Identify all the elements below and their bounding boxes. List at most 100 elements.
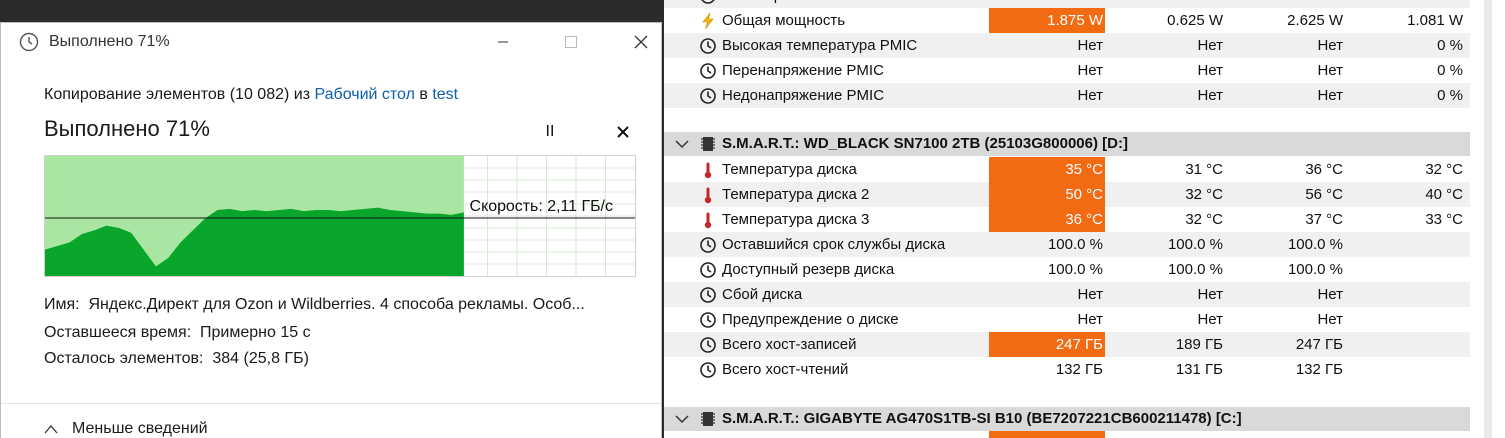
source-folder-link[interactable]: Рабочий стол — [314, 86, 414, 103]
minimize-button[interactable] — [488, 28, 518, 56]
min-value: Нет — [1197, 37, 1223, 54]
divider — [1, 403, 661, 404]
drive-chip-icon — [701, 137, 715, 151]
thermometer-icon — [704, 212, 712, 229]
current-value: 132 ГБ — [1055, 361, 1103, 378]
clock-icon — [700, 262, 716, 278]
sensor-row[interactable]: Оставшийся срок службы диска 100.0 % 100.0… — [664, 232, 1470, 257]
max-value: 36 °C — [1305, 161, 1343, 178]
maximize-button[interactable] — [556, 28, 586, 56]
min-value: Нет — [1197, 62, 1223, 79]
thermometer-icon — [704, 162, 712, 179]
min-value: Нет — [1197, 286, 1223, 303]
copy-description-mid: в — [414, 86, 433, 103]
sensor-label: Оставшийся срок службы диска — [722, 236, 946, 253]
sensor-row[interactable]: Предупреждение о диске Нет Нет Нет — [664, 307, 1470, 332]
sensor-row[interactable]: Общая мощность 1.875 W 0.625 W 2.625 W 1.081… — [664, 8, 1470, 33]
time-value: Примерно 15 с — [200, 324, 311, 341]
min-value: 0.625 W — [1167, 12, 1223, 29]
max-value: 132 ГБ — [1295, 361, 1343, 378]
maximize-icon — [565, 36, 577, 48]
copy-description-prefix: Копирование элементов (10 082) из — [44, 86, 315, 103]
sensor-row[interactable]: Температура диска 35 °C 31 °C 36 °C 32 °C — [664, 157, 1470, 182]
chevron-down-icon[interactable] — [674, 411, 690, 427]
less-details-button[interactable]: Меньше сведений — [44, 420, 208, 438]
sensor-label: Всего хост-записей — [722, 336, 857, 353]
current-value: 100.0 % — [1047, 236, 1103, 253]
sensor-label: Температура диска 2 — [722, 186, 870, 203]
speed-label: Скорость: 2,11 ГБ/с — [470, 198, 613, 215]
sensor-row[interactable]: Высокая температура PMIC Нет Нет Нет 0 % — [664, 33, 1470, 58]
time-row: Оставшееся время: Примерно 15 с — [44, 324, 311, 342]
current-value: Нет — [1077, 37, 1103, 54]
dialog-titlebar: Выполнено 71% — [1, 23, 661, 63]
sensor-row[interactable]: Доступный резерв диска 100.0 % 100.0 % 100.… — [664, 257, 1470, 282]
sensor-row[interactable]: Всего хост-записей 247 ГБ 189 ГБ 247 ГБ — [664, 332, 1470, 357]
max-value: Нет — [1317, 87, 1343, 104]
avg-value: 40 °C — [1425, 186, 1463, 203]
max-value: 2.625 W — [1287, 12, 1343, 29]
close-window-button[interactable] — [626, 28, 656, 56]
avg-value: 0 % — [1437, 62, 1463, 79]
copy-progress-dialog: Выполнено 71% Копирование элементов (10 … — [0, 22, 662, 438]
sensor-row[interactable]: Недонапряжение PMIC Нет Нет Нет 0 % — [664, 83, 1470, 108]
cancel-copy-button[interactable] — [610, 121, 636, 143]
sensor-group-title: S.M.A.R.T.: WD_BLACK SN7100 2TB (25103G8… — [722, 135, 1128, 152]
sensor-label: Недонапряжение PMIC — [722, 87, 885, 104]
name-label: Имя: — [44, 296, 80, 313]
max-value: 0.250 V — [1229, 0, 1343, 4]
copy-description: Копирование элементов (10 082) из Рабочи… — [44, 86, 458, 104]
sensor-group-header[interactable]: S.M.A.R.T.: WD_BLACK SN7100 2TB (25103G8… — [664, 132, 1470, 156]
avg-value: 33 °C — [1425, 211, 1463, 228]
sensor-label: Сбой диска — [722, 286, 803, 303]
less-details-label: Меньше сведений — [72, 420, 208, 437]
close-icon — [617, 126, 629, 138]
current-value: Нет — [1077, 311, 1103, 328]
thermometer-icon — [704, 187, 712, 204]
sensor-label: Ток напряжение — [722, 0, 834, 4]
min-value: 31 °C — [1185, 161, 1223, 178]
items-label: Осталось элементов: — [44, 350, 204, 367]
avg-value: 0 % — [1437, 87, 1463, 104]
sensor-row[interactable]: Температура диска 3 36 °C 32 °C 37 °C 33 °C — [664, 207, 1470, 232]
minimize-icon — [498, 41, 508, 43]
transfer-speed-graph: Скорость: 2,11 ГБ/с — [44, 155, 636, 277]
max-value: 56 °C — [1305, 186, 1343, 203]
sensor-row[interactable]: Сбой диска Нет Нет Нет — [664, 282, 1470, 307]
current-value: 35 °C — [1065, 161, 1103, 178]
spacer-row — [664, 108, 1470, 133]
clock-icon — [700, 312, 716, 328]
sensor-row[interactable]: Температура диска 2 50 °C 32 °C 56 °C 40 °C — [664, 182, 1470, 207]
avg-value: 0.250 V — [1349, 0, 1463, 4]
max-value: 247 ГБ — [1295, 336, 1343, 353]
sensor-row[interactable]: Перенапряжение PMIC Нет Нет Нет 0 % — [664, 58, 1470, 83]
clock-icon — [700, 63, 716, 79]
current-value: 50 °C — [1065, 186, 1103, 203]
scrollbar-thumb[interactable] — [1484, 0, 1492, 438]
max-value: Нет — [1317, 286, 1343, 303]
sensor-row[interactable]: Ток напряжение 0.250 V 0.250 V 0.250 V 0.250… — [664, 0, 1470, 8]
destination-folder-link[interactable]: test — [432, 86, 458, 103]
dialog-title: Выполнено 71% — [49, 33, 170, 50]
min-value: 32 °C — [1185, 211, 1223, 228]
sensor-label: Общая мощность — [722, 12, 846, 29]
clock-icon — [19, 32, 39, 52]
sensor-row[interactable]: Всего хост-чтений 132 ГБ 131 ГБ 132 ГБ — [664, 357, 1470, 382]
sensor-group-title: S.M.A.R.T.: GIGABYTE AG470S1TB-SI B10 (B… — [722, 410, 1242, 427]
current-value: 247 ГБ — [1055, 336, 1103, 353]
sensor-label: Температура диска — [722, 161, 857, 178]
name-row: Имя: Яндекс.Директ для Ozon и Wildberrie… — [44, 296, 585, 314]
min-value: 0.250 V — [1109, 0, 1223, 4]
min-value: 131 ГБ — [1175, 361, 1223, 378]
current-value: Нет — [1077, 87, 1103, 104]
clock-icon — [700, 362, 716, 378]
pause-button[interactable]: II — [537, 121, 563, 143]
current-value: 1.875 W — [1047, 12, 1103, 29]
sensor-group-header[interactable]: S.M.A.R.T.: GIGABYTE AG470S1TB-SI B10 (B… — [664, 407, 1470, 431]
min-value: 32 °C — [1185, 186, 1223, 203]
min-value: Нет — [1197, 87, 1223, 104]
chevron-down-icon[interactable] — [674, 136, 690, 152]
value-highlight — [989, 431, 1105, 438]
scrollbar[interactable] — [1471, 0, 1505, 438]
max-value: 37 °C — [1305, 211, 1343, 228]
